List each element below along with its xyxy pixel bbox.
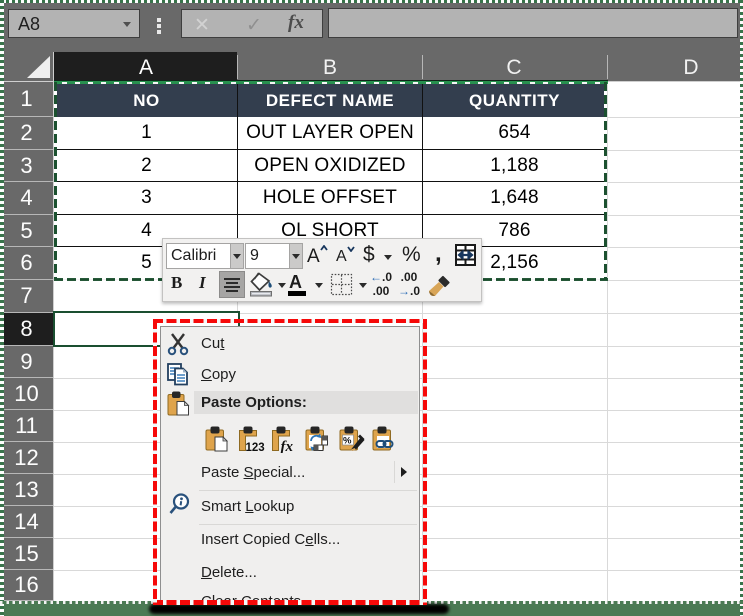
svg-text:%: % <box>343 436 352 447</box>
svg-text:fx: fx <box>281 439 294 453</box>
svg-text:123: 123 <box>246 442 265 453</box>
